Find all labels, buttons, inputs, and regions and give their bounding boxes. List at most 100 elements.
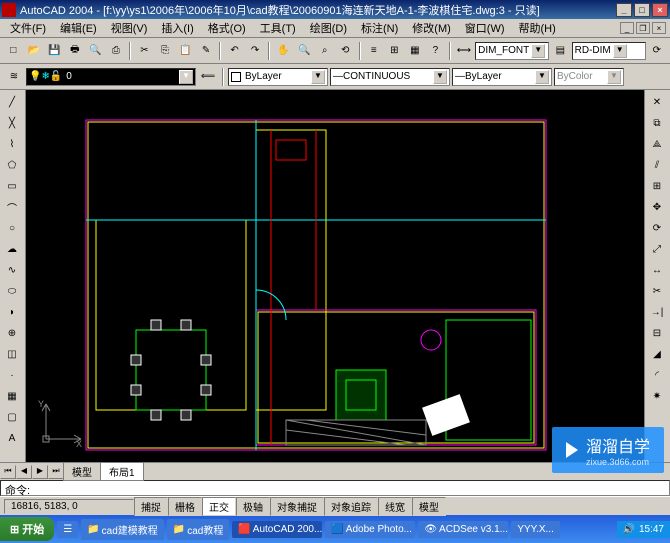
linetype-combo[interactable]: — CONTINUOUS▼	[330, 68, 450, 86]
layer-combo[interactable]: 💡❄🔓0▼	[26, 68, 196, 86]
rectangle-icon[interactable]: ▭	[2, 176, 22, 196]
tab-last[interactable]: ⏭	[48, 465, 64, 479]
task-folder2[interactable]: 📁cad教程	[167, 519, 230, 540]
pan-icon[interactable]: ✋	[274, 41, 293, 61]
ellipse-icon[interactable]: ⬭	[2, 281, 22, 301]
snap-toggle[interactable]: 捕捉	[134, 497, 168, 516]
menu-draw[interactable]: 绘图(D)	[304, 18, 353, 38]
redo-icon[interactable]: ↷	[246, 41, 265, 61]
ellipsearc-icon[interactable]: ◗	[2, 302, 22, 322]
layer-manager-icon[interactable]: ≋	[4, 67, 24, 87]
tab-prev[interactable]: ◀	[16, 465, 32, 479]
polygon-icon[interactable]: ⬠	[2, 155, 22, 175]
xline-icon[interactable]: ╳	[2, 113, 22, 133]
line-icon[interactable]: ╱	[2, 92, 22, 112]
new-icon[interactable]: □	[4, 41, 23, 61]
match-icon[interactable]: ✎	[197, 41, 216, 61]
minimize-button[interactable]: _	[616, 3, 632, 17]
paste-icon[interactable]: 📋	[176, 41, 195, 61]
model-toggle[interactable]: 模型	[412, 497, 446, 516]
menu-insert[interactable]: 插入(I)	[155, 18, 199, 38]
dim-font-combo[interactable]: DIM_FONT▼	[475, 42, 549, 60]
menu-format[interactable]: 格式(O)	[202, 18, 252, 38]
undo-icon[interactable]: ↶	[225, 41, 244, 61]
region-icon[interactable]: ▢	[2, 407, 22, 427]
explode-icon[interactable]: ✷	[647, 386, 667, 406]
designcenter-icon[interactable]: ⊞	[385, 41, 404, 61]
array-icon[interactable]: ⊞	[647, 176, 667, 196]
grid-toggle[interactable]: 栅格	[168, 497, 202, 516]
zoom-win-icon[interactable]: ⌕	[315, 41, 334, 61]
task-photoshop[interactable]: 🟦Adobe Photo...	[325, 521, 415, 538]
tab-next[interactable]: ▶	[32, 465, 48, 479]
scale-icon[interactable]: ⤢	[647, 239, 667, 259]
menu-help[interactable]: 帮助(H)	[513, 18, 562, 38]
plotstyle-combo[interactable]: ByColor▼	[554, 68, 624, 86]
move-icon[interactable]: ✥	[647, 197, 667, 217]
help-icon[interactable]: ?	[426, 41, 445, 61]
task-autocad[interactable]: 🟥AutoCAD 200...	[232, 521, 322, 538]
offset-icon[interactable]: ⫽	[647, 155, 667, 175]
trim-icon[interactable]: ✂	[647, 281, 667, 301]
chamfer-icon[interactable]: ◢	[647, 344, 667, 364]
fillet-icon[interactable]: ◜	[647, 365, 667, 385]
hatch-icon[interactable]: ▦	[2, 386, 22, 406]
dim-linear-icon[interactable]: ⟷	[455, 41, 474, 61]
mdi-minimize[interactable]: _	[620, 22, 634, 34]
command-line[interactable]: 命令:	[0, 480, 670, 496]
spline-icon[interactable]: ∿	[2, 260, 22, 280]
start-button[interactable]: ⊞开始	[0, 517, 54, 541]
zoom-prev-icon[interactable]: ⟲	[336, 41, 355, 61]
polar-toggle[interactable]: 极轴	[236, 497, 270, 516]
copy-obj-icon[interactable]: ⧉	[647, 113, 667, 133]
stretch-icon[interactable]: ↔	[647, 260, 667, 280]
publish-icon[interactable]: ⎙	[107, 41, 126, 61]
zoom-rt-icon[interactable]: 🔍	[295, 41, 314, 61]
ortho-toggle[interactable]: 正交	[202, 497, 236, 516]
model-tab[interactable]: 模型	[63, 462, 101, 481]
copy-icon[interactable]: ⎘	[156, 41, 175, 61]
task-acdsee[interactable]: 👁ACDSee v3.1...	[418, 521, 508, 538]
revcloud-icon[interactable]: ☁	[2, 239, 22, 259]
task-folder1[interactable]: 📁cad建模教程	[81, 519, 164, 540]
preview-icon[interactable]: 🔍	[86, 41, 105, 61]
mdi-restore[interactable]: ❐	[636, 22, 650, 34]
dim-style-combo[interactable]: RD-DIM▼	[572, 42, 646, 60]
task-other[interactable]: YYY.X...	[511, 521, 560, 538]
break-icon[interactable]: ⊟	[647, 323, 667, 343]
mirror-icon[interactable]: ⟁	[647, 134, 667, 154]
otrack-toggle[interactable]: 对象追踪	[324, 497, 378, 516]
lwt-toggle[interactable]: 线宽	[378, 497, 412, 516]
erase-icon[interactable]: ✕	[647, 92, 667, 112]
extend-icon[interactable]: →|	[647, 302, 667, 322]
point-icon[interactable]: ·	[2, 365, 22, 385]
arc-icon[interactable]: ⌒	[2, 197, 22, 217]
print-icon[interactable]: 🖶	[66, 41, 85, 61]
lineweight-combo[interactable]: — ByLayer▼	[452, 68, 552, 86]
block-icon[interactable]: ◫	[2, 344, 22, 364]
layout1-tab[interactable]: 布局1	[100, 462, 144, 481]
open-icon[interactable]: 📂	[25, 41, 44, 61]
menu-file[interactable]: 文件(F)	[4, 18, 52, 38]
pline-icon[interactable]: ⌇	[2, 134, 22, 154]
menu-edit[interactable]: 编辑(E)	[54, 18, 103, 38]
color-combo[interactable]: ByLayer▼	[228, 68, 328, 86]
cut-icon[interactable]: ✂	[135, 41, 154, 61]
close-button[interactable]: ×	[652, 3, 668, 17]
insert-icon[interactable]: ⊕	[2, 323, 22, 343]
osnap-toggle[interactable]: 对象捕捉	[270, 497, 324, 516]
quicklaunch[interactable]: ☰	[57, 521, 78, 538]
layer-prev-icon[interactable]: ⟸	[198, 67, 218, 87]
menu-window[interactable]: 窗口(W)	[459, 18, 511, 38]
dim-style-icon[interactable]: ▤	[551, 41, 570, 61]
save-icon[interactable]: 💾	[45, 41, 64, 61]
menu-modify[interactable]: 修改(M)	[406, 18, 457, 38]
menu-dimension[interactable]: 标注(N)	[355, 18, 404, 38]
toolpalette-icon[interactable]: ▦	[406, 41, 425, 61]
tab-first[interactable]: ⏮	[0, 465, 16, 479]
system-tray[interactable]: 🔊 15:47	[617, 521, 670, 538]
menu-view[interactable]: 视图(V)	[105, 18, 154, 38]
properties-icon[interactable]: ≡	[365, 41, 384, 61]
dim-update-icon[interactable]: ⟳	[648, 41, 667, 61]
circle-icon[interactable]: ○	[2, 218, 22, 238]
